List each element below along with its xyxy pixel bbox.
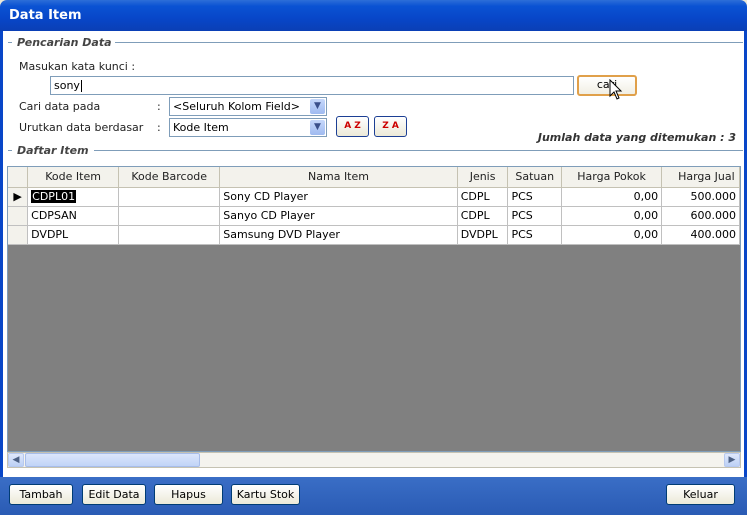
mouse-cursor-icon [609,79,623,100]
column-header-satuan[interactable]: Satuan [507,167,563,188]
table-cell[interactable]: Sanyo CD Player [219,206,458,226]
group-line-list-left [8,150,12,151]
chevron-down-icon[interactable]: ▼ [310,99,325,114]
scroll-left-icon[interactable]: ◀ [8,453,24,467]
group-line-search-right [113,42,743,43]
keyword-label: Masukan kata kunci : [19,60,136,73]
table-cell[interactable] [118,187,221,207]
list-group-label: Daftar Item [14,144,92,157]
table-cell[interactable]: 0,00 [561,187,663,207]
sort-label: Urutkan data berdasar [19,121,144,134]
items-grid[interactable]: Kode Item Kode Barcode Nama Item Jenis S… [7,166,741,452]
sort-ascending-icon: A Z [344,121,361,131]
selected-cell-text: CDPL01 [31,190,77,203]
table-cell[interactable]: DVDPL [457,225,509,245]
table-cell[interactable] [118,206,221,226]
column-header-kode-item[interactable]: Kode Item [27,167,120,188]
table-row[interactable]: ▶ CDPL01 Sony CD Player CDPL PCS 0,00 50… [8,187,740,207]
stock-card-button[interactable]: Kartu Stok [231,484,300,505]
column-header-harga-pokok[interactable]: Harga Pokok [561,167,663,188]
column-header-kode-barcode[interactable]: Kode Barcode [118,167,221,188]
table-cell[interactable] [118,225,221,245]
result-count: Jumlah data yang ditemukan : 3 [537,131,736,144]
text-caret [80,80,82,92]
table-header-row: Kode Item Kode Barcode Nama Item Jenis S… [8,167,740,188]
row-indicator-header [8,167,29,188]
sort-by-select-value: Kode Item [173,121,229,134]
table-cell[interactable]: DVDPL [27,225,120,245]
edit-button[interactable]: Edit Data [82,484,146,505]
exit-button[interactable]: Keluar [666,484,735,505]
delete-button[interactable]: Hapus [154,484,223,505]
search-button[interactable]: cari [577,75,637,96]
group-line-list-right [94,150,743,151]
table-row[interactable]: DVDPL Samsung DVD Player DVDPL PCS 0,00 … [8,225,740,245]
keyword-input[interactable]: sony [50,76,574,95]
table-cell[interactable]: CDPL [457,206,509,226]
row-indicator [8,225,29,245]
sort-descending-icon: Z A [382,121,399,131]
table-row[interactable]: CDPSAN Sanyo CD Player CDPL PCS 0,00 600… [8,206,740,226]
horizontal-scrollbar[interactable]: ◀ ▶ [7,452,741,468]
table-cell[interactable]: CDPL [457,187,509,207]
data-item-window: Data Item Pencarian Data Masukan kata ku… [0,0,747,515]
items-table: Kode Item Kode Barcode Nama Item Jenis S… [8,167,740,245]
search-in-label: Cari data pada [19,100,101,113]
search-in-select[interactable]: <Seluruh Kolom Field> ▼ [169,97,327,116]
sort-colon: : [157,121,161,134]
current-row-indicator-icon: ▶ [8,187,29,207]
table-cell[interactable]: Samsung DVD Player [219,225,458,245]
chevron-down-icon[interactable]: ▼ [310,120,325,135]
column-header-harga-jual[interactable]: Harga Jual [661,167,740,188]
table-cell[interactable]: 0,00 [561,206,663,226]
group-line-search-left [8,42,12,43]
column-header-nama-item[interactable]: Nama Item [219,167,458,188]
scroll-right-icon[interactable]: ▶ [724,453,740,467]
title-bar[interactable]: Data Item [0,0,747,31]
sort-descending-button[interactable]: Z A [374,116,407,137]
search-in-select-value: <Seluruh Kolom Field> [173,100,300,113]
table-cell[interactable]: 400.000 [661,225,740,245]
table-cell[interactable]: PCS [507,225,563,245]
table-cell[interactable]: Sony CD Player [219,187,458,207]
scrollbar-thumb[interactable] [25,453,200,467]
column-header-jenis[interactable]: Jenis [457,167,509,188]
keyword-input-value: sony [54,79,80,92]
table-cell[interactable]: PCS [507,206,563,226]
search-in-colon: : [157,100,161,113]
table-cell[interactable]: CDPL01 [27,187,120,207]
table-cell[interactable]: PCS [507,187,563,207]
table-cell[interactable]: CDPSAN [27,206,120,226]
sort-ascending-button[interactable]: A Z [336,116,369,137]
add-button[interactable]: Tambah [9,484,73,505]
sort-by-select[interactable]: Kode Item ▼ [169,118,327,137]
window-title: Data Item [9,8,82,23]
table-cell[interactable]: 500.000 [661,187,740,207]
table-cell[interactable]: 0,00 [561,225,663,245]
table-cell[interactable]: 600.000 [661,206,740,226]
search-group-label: Pencarian Data [14,36,115,49]
row-indicator [8,206,29,226]
